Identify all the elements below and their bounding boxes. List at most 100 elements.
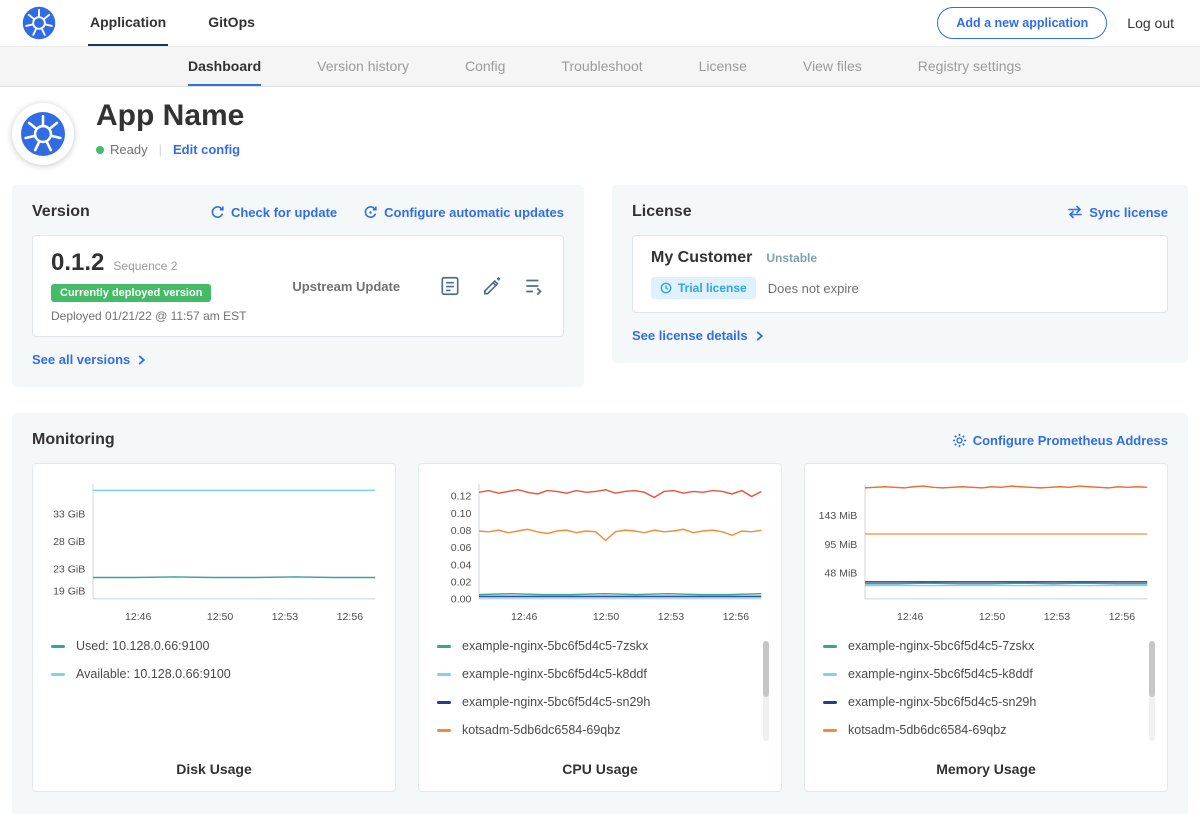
configure-prometheus-link[interactable]: Configure Prometheus Address — [952, 433, 1168, 448]
legend-label: kotsadm-5db6dc6584-69qbz — [462, 723, 620, 737]
legend-swatch — [823, 673, 837, 676]
legend-item: example-nginx-5bc6f5d4c5-k8ddf — [823, 667, 1147, 681]
legend-item: kotsadm-5db6dc6584-69qbz — [823, 723, 1147, 737]
channel-label: Unstable — [766, 251, 817, 265]
disk-usage-chart-card: 33 GiB28 GiB23 GiB19 GiB12:4612:5012:531… — [32, 463, 396, 792]
svg-text:12:50: 12:50 — [593, 611, 620, 623]
subnav-tab-dashboard[interactable]: Dashboard — [188, 47, 261, 86]
legend-swatch — [51, 673, 65, 676]
edit-config-icon[interactable] — [481, 275, 503, 297]
legend-swatch — [823, 729, 837, 732]
legend-label: example-nginx-5bc6f5d4c5-k8ddf — [848, 667, 1033, 681]
svg-text:143 MiB: 143 MiB — [819, 510, 858, 522]
chart-title: Disk Usage — [45, 751, 383, 777]
tab-gitops[interactable]: GitOps — [206, 0, 257, 46]
svg-text:12:53: 12:53 — [1044, 611, 1071, 623]
tab-application[interactable]: Application — [88, 0, 168, 46]
customer-name: My Customer — [651, 249, 752, 267]
subnav-tab-registry-settings[interactable]: Registry settings — [918, 47, 1021, 86]
svg-text:12:46: 12:46 — [125, 611, 152, 623]
see-all-versions-link[interactable]: See all versions — [32, 352, 147, 367]
version-number: 0.1.2 — [51, 249, 104, 277]
monitoring-section: Monitoring Configure Prometheus Address … — [12, 413, 1188, 814]
legend-swatch — [51, 645, 65, 648]
legend-swatch — [437, 729, 451, 732]
kubernetes-app-icon — [20, 111, 66, 157]
upstream-update-label: Upstream Update — [292, 279, 400, 294]
memory-usage-chart-card: 143 MiB95 MiB48 MiB12:4612:5012:5312:56 … — [804, 463, 1168, 792]
add-application-button[interactable]: Add a new application — [937, 7, 1107, 39]
legend-swatch — [437, 645, 451, 648]
refresh-icon — [210, 205, 225, 220]
svg-text:28 GiB: 28 GiB — [53, 536, 85, 548]
sync-icon — [1067, 205, 1083, 219]
legend-item: kotsadm-5db6dc6584-69qbz — [437, 723, 761, 737]
legend-label: Available: 10.128.0.66:9100 — [76, 667, 231, 681]
svg-text:0.12: 0.12 — [451, 491, 472, 503]
subnav-tab-troubleshoot[interactable]: Troubleshoot — [561, 47, 642, 86]
svg-text:0.10: 0.10 — [451, 508, 472, 520]
scrollbar-thumb[interactable] — [763, 641, 769, 697]
release-notes-icon[interactable] — [439, 275, 461, 297]
gear-icon — [952, 433, 967, 448]
logout-link[interactable]: Log out — [1127, 15, 1174, 31]
legend-item: example-nginx-5bc6f5d4c5-sn29h — [437, 695, 761, 709]
subnav-tab-view-files[interactable]: View files — [803, 47, 862, 86]
svg-text:12:53: 12:53 — [658, 611, 685, 623]
chevron-right-icon — [754, 330, 765, 342]
version-heading: Version — [32, 203, 90, 221]
legend-item: example-nginx-5bc6f5d4c5-k8ddf — [437, 667, 761, 681]
license-card: License Sync license My — [612, 185, 1188, 363]
page-title: App Name — [96, 99, 244, 133]
app-header: App Name Ready | Edit config — [0, 87, 1200, 181]
chart-title: CPU Usage — [431, 751, 769, 777]
svg-text:95 MiB: 95 MiB — [825, 539, 858, 551]
svg-text:0.00: 0.00 — [451, 594, 472, 606]
topnav-right: Add a new application Log out — [937, 7, 1174, 39]
svg-text:12:46: 12:46 — [511, 611, 538, 623]
cpu-usage-legend: example-nginx-5bc6f5d4c5-7zskxexample-ng… — [437, 639, 761, 737]
legend-scrollbar[interactable] — [1149, 641, 1155, 741]
kots-admin-console: Application GitOps Add a new application… — [0, 0, 1200, 814]
monitoring-heading: Monitoring — [32, 431, 115, 449]
legend-label: kotsadm-5db6dc6584-69qbz — [848, 723, 1006, 737]
subnav-tab-config[interactable]: Config — [465, 47, 505, 86]
memory-usage-plot: 143 MiB95 MiB48 MiB12:4612:5012:5312:56 — [817, 476, 1155, 633]
charts-row: 33 GiB28 GiB23 GiB19 GiB12:4612:5012:531… — [32, 463, 1168, 792]
disk-usage-plot: 33 GiB28 GiB23 GiB19 GiB12:4612:5012:531… — [45, 476, 383, 633]
svg-text:12:50: 12:50 — [207, 611, 234, 623]
scrollbar-thumb[interactable] — [1149, 641, 1155, 697]
subnav-tab-version-history[interactable]: Version history — [317, 47, 409, 86]
svg-text:12:46: 12:46 — [897, 611, 924, 623]
divider: | — [159, 142, 162, 157]
memory-usage-legend: example-nginx-5bc6f5d4c5-7zskxexample-ng… — [823, 639, 1147, 737]
legend-item: example-nginx-5bc6f5d4c5-sn29h — [823, 695, 1147, 709]
svg-text:12:53: 12:53 — [272, 611, 299, 623]
version-card: Version Check for update — [12, 185, 584, 387]
clock-icon — [660, 282, 672, 294]
legend-label: example-nginx-5bc6f5d4c5-sn29h — [462, 695, 650, 709]
svg-text:12:56: 12:56 — [723, 611, 750, 623]
sync-license-link[interactable]: Sync license — [1067, 205, 1168, 220]
legend-swatch — [437, 673, 451, 676]
legend-label: Used: 10.128.0.66:9100 — [76, 639, 209, 653]
svg-text:0.08: 0.08 — [451, 525, 472, 537]
check-for-update-link[interactable]: Check for update — [210, 205, 337, 220]
legend-scrollbar[interactable] — [763, 641, 769, 741]
chevron-right-icon — [136, 354, 147, 366]
deploy-logs-icon[interactable] — [523, 275, 545, 297]
license-heading: License — [632, 203, 692, 221]
subnav-tab-license[interactable]: License — [699, 47, 747, 86]
see-license-details-link[interactable]: See license details — [632, 328, 765, 343]
current-version-card: 0.1.2 Sequence 2 Currently deployed vers… — [32, 235, 564, 337]
edit-config-link[interactable]: Edit config — [173, 142, 240, 157]
disk-usage-legend: Used: 10.128.0.66:9100 Available: 10.128.… — [51, 639, 375, 681]
svg-text:0.06: 0.06 — [451, 542, 472, 554]
svg-text:12:50: 12:50 — [979, 611, 1006, 623]
configure-automatic-updates-link[interactable]: Configure automatic updates — [363, 205, 564, 220]
top-navbar: Application GitOps Add a new application… — [0, 0, 1200, 46]
cpu-usage-plot: 0.120.100.080.060.040.020.0012:4612:5012… — [431, 476, 769, 633]
topnav-tabs: Application GitOps — [88, 0, 295, 46]
svg-text:48 MiB: 48 MiB — [825, 568, 858, 580]
legend-swatch — [437, 701, 451, 704]
